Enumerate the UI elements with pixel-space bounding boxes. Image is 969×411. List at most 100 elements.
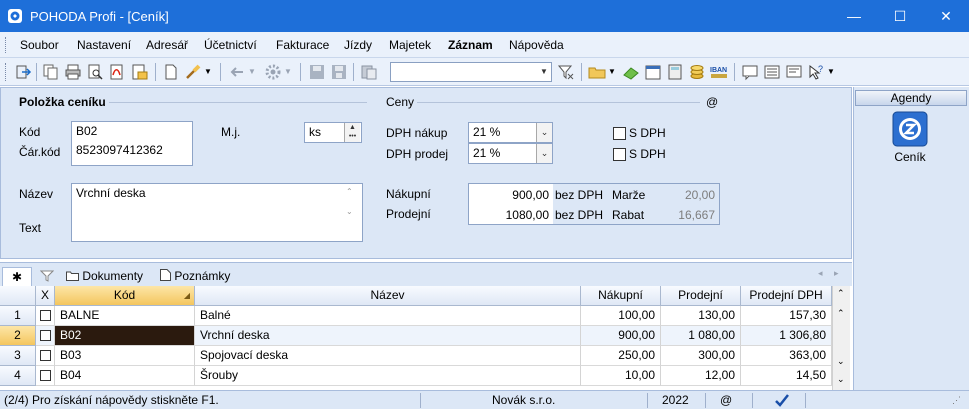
resize-grip-icon[interactable]: ⋰ bbox=[952, 395, 961, 406]
s-dph-prodej-checkbox[interactable] bbox=[613, 148, 626, 161]
scroll-up-icon[interactable]: ⌃ bbox=[837, 308, 845, 319]
tab-scroll-right-icon[interactable]: ▸ bbox=[834, 268, 839, 279]
menu-jizdy[interactable]: Jízdy bbox=[344, 38, 372, 52]
table-vertical-scrollbar[interactable]: ⌃ ⌃ ⌄ ⌄ bbox=[832, 286, 850, 390]
chevron-down-icon[interactable]: ▼ bbox=[248, 63, 258, 81]
menu-majetek[interactable]: Majetek bbox=[389, 38, 431, 52]
new-record-icon[interactable] bbox=[162, 63, 180, 81]
tab-all[interactable]: ✱ bbox=[2, 267, 32, 286]
cell-prodejni[interactable]: 300,00 bbox=[661, 346, 741, 366]
nakupni-column-header[interactable]: Nákupní bbox=[581, 286, 661, 306]
menu-napoveda[interactable]: Nápověda bbox=[509, 38, 564, 52]
save-all-icon[interactable] bbox=[330, 63, 348, 81]
cell-prodejni[interactable]: 130,00 bbox=[661, 306, 741, 326]
menu-ucetnictvi[interactable]: Účetnictví bbox=[204, 38, 257, 52]
print-icon[interactable] bbox=[64, 63, 82, 81]
cell-nazev[interactable]: Balné bbox=[195, 306, 581, 326]
close-button[interactable]: ✕ bbox=[923, 0, 969, 32]
cell-nazev[interactable]: Vrchní deska bbox=[195, 326, 581, 346]
note-icon[interactable] bbox=[785, 63, 803, 81]
cell-nakupni[interactable]: 250,00 bbox=[581, 346, 661, 366]
menu-zaznam[interactable]: Záznam bbox=[448, 38, 493, 52]
nazev-textarea[interactable]: Vrchní deska bbox=[71, 183, 363, 242]
print-preview-icon[interactable] bbox=[86, 63, 104, 81]
calendar-icon[interactable] bbox=[644, 63, 662, 81]
cell-kod[interactable]: B04 bbox=[55, 366, 195, 386]
kod-field[interactable]: B02 8523097412362 bbox=[71, 121, 193, 166]
chevron-up-icon[interactable]: ⌃ bbox=[346, 187, 353, 196]
prodejni-dph-column-header[interactable]: Prodejní DPH bbox=[741, 286, 832, 306]
pdf-icon[interactable] bbox=[108, 63, 126, 81]
prodejni-value[interactable]: 1080,00 bbox=[506, 208, 549, 222]
message-icon[interactable] bbox=[741, 63, 759, 81]
cell-nakupni[interactable]: 10,00 bbox=[581, 366, 661, 386]
folder-icon[interactable] bbox=[588, 63, 606, 81]
filter-icon[interactable] bbox=[36, 267, 58, 286]
nakupni-value[interactable]: 900,00 bbox=[512, 188, 549, 202]
minimize-button[interactable]: — bbox=[831, 0, 877, 32]
cell-prodejni[interactable]: 1 080,00 bbox=[661, 326, 741, 346]
s-dph-nakup-checkbox[interactable] bbox=[613, 127, 626, 140]
x-column-header[interactable]: X bbox=[36, 286, 55, 306]
chevron-down-icon[interactable]: ▼ bbox=[608, 63, 618, 81]
agenda-item-cenik[interactable]: Ceník bbox=[854, 150, 966, 164]
prodejni-column-header[interactable]: Prodejní bbox=[661, 286, 741, 306]
save-icon[interactable] bbox=[308, 63, 326, 81]
filter-clear-icon[interactable] bbox=[557, 63, 575, 81]
cell-prodejni-dph[interactable]: 157,30 bbox=[741, 306, 832, 326]
scroll-down-icon[interactable]: ⌄ bbox=[837, 356, 845, 367]
chevron-down-icon[interactable]: ▼ bbox=[284, 63, 294, 81]
cell-prodejni-dph[interactable]: 1 306,80 bbox=[741, 326, 832, 346]
menu-adresar[interactable]: Adresář bbox=[146, 38, 188, 52]
cell-prodejni[interactable]: 12,00 bbox=[661, 366, 741, 386]
cell-nakupni[interactable]: 900,00 bbox=[581, 326, 661, 346]
table-row[interactable]: 3 B03 Spojovací deska 250,00 300,00 363,… bbox=[0, 346, 832, 366]
menu-fakturace[interactable]: Fakturace bbox=[276, 38, 329, 52]
nazev-column-header[interactable]: Název bbox=[195, 286, 581, 306]
help-pointer-icon[interactable]: ? bbox=[807, 63, 825, 81]
carkod-value[interactable]: 8523097412362 bbox=[76, 143, 188, 157]
settings-gear-icon[interactable] bbox=[264, 63, 282, 81]
quick-search-combo[interactable]: ▼ bbox=[390, 62, 552, 82]
tab-scroll-left-icon[interactable]: ◂ bbox=[818, 268, 823, 279]
menu-soubor[interactable]: Soubor bbox=[20, 38, 59, 52]
table-row-selected[interactable]: 2 B02 Vrchní deska 900,00 1 080,00 1 306… bbox=[0, 326, 832, 346]
cell-nazev[interactable]: Šrouby bbox=[195, 366, 581, 386]
cell-nazev[interactable]: Spojovací deska bbox=[195, 346, 581, 366]
copy-record-icon[interactable] bbox=[42, 63, 60, 81]
dph-prodej-label: DPH prodej bbox=[386, 147, 449, 161]
calculator-icon[interactable] bbox=[666, 63, 684, 81]
pricelist-agenda-icon[interactable] bbox=[892, 111, 928, 147]
iban-icon[interactable]: IBAN bbox=[710, 63, 728, 81]
kod-column-header[interactable]: Kód ◢ bbox=[55, 286, 195, 306]
list-icon[interactable] bbox=[763, 63, 781, 81]
cell-nakupni[interactable]: 100,00 bbox=[581, 306, 661, 326]
chevron-down-icon[interactable]: ⌄ bbox=[536, 123, 552, 142]
cell-kod[interactable]: B03 bbox=[55, 346, 195, 366]
tab-dokumenty[interactable]: Dokumenty bbox=[62, 267, 152, 286]
cell-prodejni-dph[interactable]: 14,50 bbox=[741, 366, 832, 386]
back-arrow-icon[interactable] bbox=[228, 63, 246, 81]
cell-kod-active[interactable]: B02 bbox=[55, 326, 195, 346]
tab-poznamky[interactable]: Poznámky bbox=[156, 267, 242, 286]
table-row[interactable]: 4 B04 Šrouby 10,00 12,00 14,50 bbox=[0, 366, 832, 386]
cell-kod[interactable]: BALNE bbox=[55, 306, 195, 326]
maximize-button[interactable]: ☐ bbox=[877, 0, 923, 32]
scroll-top-icon[interactable]: ⌃ bbox=[837, 288, 845, 299]
menu-nastaveni[interactable]: Nastavení bbox=[77, 38, 131, 52]
exit-agenda-icon[interactable] bbox=[14, 63, 32, 81]
coins-icon[interactable] bbox=[688, 63, 706, 81]
table-row[interactable]: 1 BALNE Balné 100,00 130,00 157,30 bbox=[0, 306, 832, 326]
chevron-down-icon[interactable]: ▼ bbox=[204, 63, 214, 81]
paste-icon[interactable] bbox=[360, 63, 378, 81]
chevron-down-icon[interactable]: ⌄ bbox=[536, 144, 552, 163]
scroll-bottom-icon[interactable]: ⌄ bbox=[837, 374, 845, 385]
edit-brush-icon[interactable] bbox=[184, 63, 202, 81]
mj-spinner-icon[interactable]: ▲ ••• bbox=[344, 123, 360, 142]
send-document-icon[interactable] bbox=[130, 63, 148, 81]
chevron-down-icon[interactable]: ⌄ bbox=[346, 207, 353, 216]
money-icon[interactable] bbox=[622, 63, 640, 81]
chevron-down-icon[interactable]: ▼ bbox=[827, 63, 837, 81]
cell-prodejni-dph[interactable]: 363,00 bbox=[741, 346, 832, 366]
chevron-down-icon[interactable]: ▼ bbox=[537, 63, 551, 81]
